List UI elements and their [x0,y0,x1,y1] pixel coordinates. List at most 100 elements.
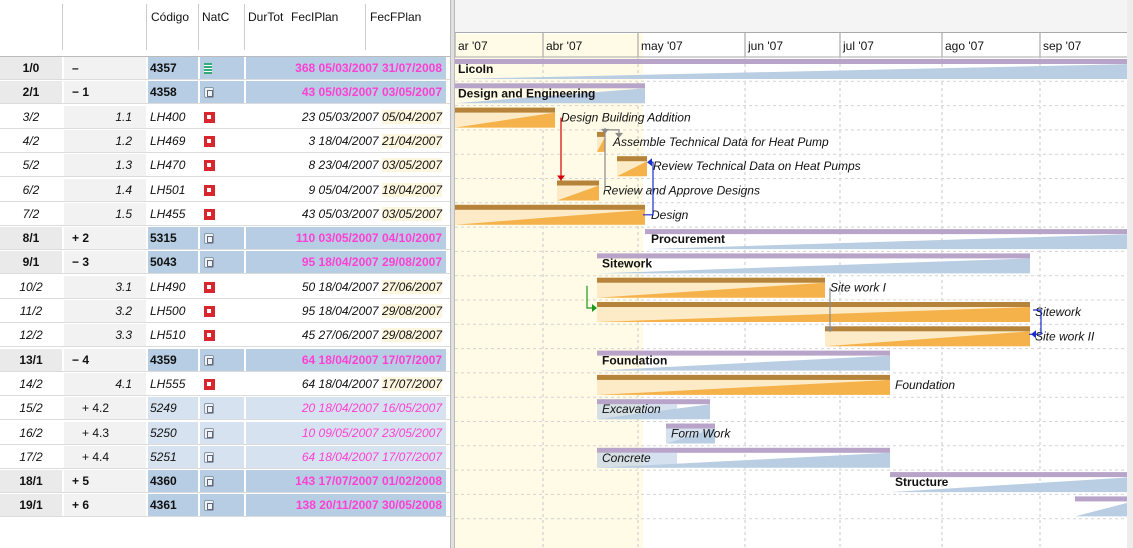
task-icon [204,184,215,196]
column-header-code[interactable]: Código [151,10,189,24]
tree-node[interactable]: 3.1 [64,275,146,298]
task-dates: 10 09/05/2007 23/05/2007 [246,421,446,444]
bar-label: Procurement [651,232,725,246]
table-row[interactable]: 10/2 3.1 LH490 50 18/04/2007 27/06/2007 [0,275,450,299]
column-header-start[interactable]: FecIPlan [291,10,338,24]
outline-number: 3.3 [115,328,132,343]
tree-node[interactable]: 4.1 [64,372,146,395]
column-separator[interactable] [62,4,63,50]
table-row[interactable]: 19/1 + 6 4361 138 20/11/2007 30/05/2008 [0,494,450,518]
outline-number: + 5 [72,474,90,489]
tree-node[interactable]: 1.1 [64,105,146,128]
duration-value: 20 [301,401,319,416]
task-type [200,276,244,298]
outline-number: + 6 [72,498,90,513]
table-row[interactable]: 3/2 1.1 LH400 23 05/03/2007 05/04/2007 [0,105,450,129]
tree-node[interactable]: + 2 [64,227,146,250]
column-separator[interactable] [198,4,199,50]
column-header-duration[interactable]: DurTot [248,10,283,24]
column-separator[interactable] [244,4,245,50]
table-row[interactable]: 4/2 1.2 LH469 3 18/04/2007 21/04/2007 [0,129,450,153]
outline-number: − 3 [72,255,90,270]
tree-node[interactable]: – [64,57,146,79]
end-date: 03/05/2007 [381,206,442,221]
column-separator[interactable] [146,4,147,50]
task-type [200,397,244,420]
table-row[interactable]: 15/2 + 4.2 5249 20 18/04/2007 16/05/2007 [0,397,450,421]
task-code: 4361 [148,494,198,517]
task-bar-baseline [617,156,647,162]
tree-node[interactable]: 3.2 [64,300,146,322]
start-date: 18/04/2007 [318,449,382,464]
task-code: 4358 [148,81,198,104]
tree-node[interactable]: + 6 [64,494,146,517]
duration-value: 64 [301,352,319,367]
table-row[interactable]: 7/2 1.5 LH455 43 05/03/2007 03/05/2007 [0,202,450,226]
tree-node[interactable]: + 5 [64,470,146,493]
table-row[interactable]: 1/0– 4357 368 05/03/2007 31/07/2008 [0,57,450,80]
bar-label: Sitework [1035,305,1082,319]
column-header-nat[interactable]: NatC [202,10,229,24]
table-row[interactable]: 9/1 − 3 5043 95 18/04/2007 29/08/2007 [0,251,450,275]
task-type [200,494,244,517]
task-code: 5251 [148,445,198,468]
month-label: jun '07 [747,39,783,53]
dependency-arrow [647,158,652,167]
task-type [200,251,244,274]
task-type [200,373,244,395]
tree-node[interactable]: − 4 [64,348,146,371]
tree-node[interactable]: + 4.3 [64,421,146,444]
duration-value: 138 [295,498,320,513]
bar-label: LicoIn [458,62,493,76]
task-type [200,324,244,346]
end-date: 17/07/2007 [381,449,442,464]
table-row[interactable]: 6/2 1.4 LH501 9 05/04/2007 18/04/2007 [0,178,450,202]
row-index: 11/2 [0,300,62,322]
month-label: jul '07 [842,39,874,53]
start-date: 05/03/2007 [318,85,382,100]
table-row[interactable]: 13/1 − 4 4359 64 18/04/2007 17/07/2007 [0,348,450,372]
summary-icon [204,87,214,99]
bar-label: Form Work [671,427,731,441]
gantt-canvas: ar '07 abr '07 may '07 jun '07 jul '07 ago '0… [455,33,1133,548]
duration-value: 50 [301,279,319,294]
table-row[interactable]: 16/2 + 4.3 5250 10 09/05/2007 23/05/2007 [0,421,450,445]
summary-icon [204,476,214,488]
table-row[interactable]: 5/2 1.3 LH470 8 23/04/2007 03/05/2007 [0,154,450,178]
table-row[interactable]: 18/1 + 5 4360 143 17/07/2007 01/02/2008 [0,470,450,494]
gantt-chart: ar '07 abr '07 may '07 jun '07 jul '07 ago '0… [455,0,1133,548]
tree-node[interactable]: 1.2 [64,129,146,152]
end-date: 01/02/2008 [381,474,442,489]
end-date: 21/04/2007 [381,133,442,148]
row-index: 19/1 [0,494,62,517]
bar-label: Design Building Addition [561,111,691,125]
tree-node[interactable]: 1.3 [64,154,146,177]
task-type [200,81,244,104]
tree-node[interactable]: − 1 [64,81,146,104]
task-dates: 8 23/04/2007 03/05/2007 [246,154,446,176]
table-row[interactable]: 11/2 3.2 LH500 95 18/04/2007 29/08/2007 [0,300,450,323]
table-row[interactable]: 2/1 − 1 4358 43 05/03/2007 03/05/2007 [0,81,450,105]
tree-node[interactable]: + 4.2 [64,397,146,420]
month-label: ago '07 [945,39,984,53]
row-index: 10/2 [0,275,62,298]
start-date: 05/03/2007 [318,109,382,124]
tree-node[interactable]: 1.5 [64,202,146,225]
row-index: 8/1 [0,227,62,250]
column-separator[interactable] [365,4,366,50]
summary-icon [204,427,214,439]
tree-node[interactable]: 1.4 [64,178,146,201]
table-row[interactable]: 12/2 3.3 LH510 45 27/06/2007 29/08/2007 [0,324,450,348]
tree-node[interactable]: 3.3 [64,324,146,347]
end-date: 30/05/2008 [381,498,442,513]
table-row[interactable]: 17/2 + 4.4 5251 64 18/04/2007 17/07/2007 [0,445,450,469]
tree-node[interactable]: − 3 [64,251,146,274]
vertical-scrollbar[interactable] [1127,0,1133,548]
task-code: LH510 [150,328,186,343]
column-header-end[interactable]: FecFPlan [370,10,421,24]
table-row[interactable]: 8/1 + 2 5315 110 03/05/2007 04/10/2007 [0,227,450,251]
table-row[interactable]: 14/2 4.1 LH555 64 18/04/2007 17/07/2007 [0,372,450,396]
outline-number: − 4 [72,352,90,367]
tree-node[interactable]: + 4.4 [64,445,146,468]
task-dates: 64 18/04/2007 17/07/2007 [246,445,446,468]
